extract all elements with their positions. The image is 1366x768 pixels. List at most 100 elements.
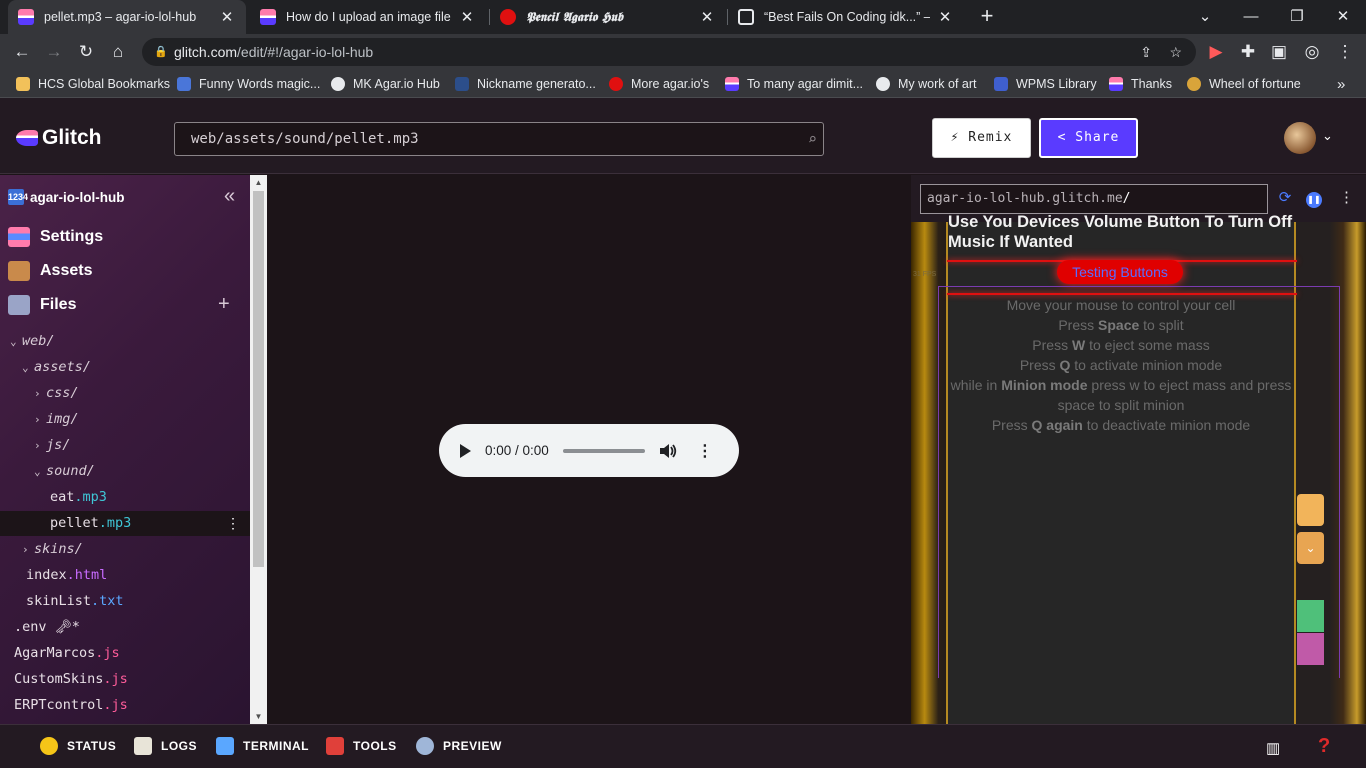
tree-folder-css[interactable]: › css/ bbox=[34, 385, 79, 401]
tab-pellet-mp3[interactable]: pellet.mp3 – agar-io-lol-hub ✕ bbox=[8, 0, 246, 34]
more-options-icon[interactable]: ⋮ bbox=[697, 441, 713, 461]
bookmark-nickname-generator[interactable]: Nickname generato... bbox=[455, 75, 596, 93]
chevron-down-icon[interactable]: ⌄ bbox=[1297, 532, 1324, 564]
tab-title: 𝕻𝖊𝖓𝖈𝖎𝖑 𝕬𝖌𝖆𝖗𝖎𝖔 𝕳𝖚𝖇 bbox=[526, 9, 624, 24]
globe-icon bbox=[876, 77, 890, 91]
share-page-icon[interactable]: ⇪ bbox=[1140, 38, 1152, 66]
computer-icon bbox=[216, 737, 234, 755]
share-button[interactable]: < Share bbox=[1039, 118, 1138, 158]
bookmark-my-work-of-art[interactable]: My work of art bbox=[876, 75, 977, 93]
tree-file-erptcontrol-js[interactable]: ERPTcontrol.js bbox=[14, 697, 128, 713]
tree-folder-assets[interactable]: ⌄ assets/ bbox=[22, 359, 91, 375]
tree-folder-js[interactable]: › js/ bbox=[34, 437, 70, 453]
tab-upload-question[interactable]: How do I upload an image file in ✕ bbox=[250, 0, 486, 34]
tree-folder-sound[interactable]: ⌄ sound/ bbox=[34, 463, 95, 479]
play-icon[interactable] bbox=[459, 443, 471, 458]
volume-icon[interactable] bbox=[659, 443, 677, 459]
logs-button[interactable]: LOGS bbox=[134, 737, 197, 755]
testing-buttons-button[interactable]: Testing Buttons bbox=[1057, 260, 1183, 284]
side-pink-button[interactable] bbox=[1297, 633, 1324, 665]
tree-file-customskins-js[interactable]: CustomSkins.js bbox=[14, 671, 128, 687]
sidebar-item-files[interactable]: Files bbox=[8, 295, 76, 315]
address-bar[interactable]: 🔒 glitch.com/edit/#!/agar-io-lol-hub ⇪ ☆ bbox=[142, 38, 1196, 66]
status-button[interactable]: STATUS bbox=[40, 737, 116, 755]
more-options-icon[interactable]: ⋮ bbox=[1339, 188, 1354, 206]
tab-search-icon[interactable]: ⌄ bbox=[1192, 4, 1218, 30]
project-name[interactable]: 1234 agar-io-lol-hub bbox=[8, 189, 125, 205]
glitch-logo[interactable]: Glitch bbox=[16, 126, 102, 150]
tree-folder-skins[interactable]: › skins/ bbox=[22, 541, 83, 557]
menu-icon[interactable]: ⋮ bbox=[1332, 39, 1358, 65]
document-icon bbox=[738, 9, 754, 25]
chevron-right-icon: › bbox=[34, 439, 41, 452]
sidebar-item-settings[interactable]: Settings bbox=[8, 227, 103, 247]
chevron-right-icon: › bbox=[22, 543, 29, 556]
piano-icon[interactable]: ▥ bbox=[1266, 739, 1280, 757]
tree-file-skinlist-txt[interactable]: skinList.txt bbox=[26, 593, 124, 609]
preview-button[interactable]: PREVIEW bbox=[416, 737, 502, 755]
collapse-sidebar-icon[interactable]: « bbox=[224, 185, 235, 208]
sidebar-scrollbar[interactable]: ▲ ▼ bbox=[250, 175, 267, 724]
tree-file-agarmarcos-js[interactable]: AgarMarcos.js bbox=[14, 645, 120, 661]
avatar[interactable] bbox=[1284, 122, 1316, 154]
tree-file-pellet-mp3[interactable]: pellet.mp3 bbox=[50, 515, 131, 531]
back-icon[interactable]: ← bbox=[9, 39, 35, 65]
forward-icon[interactable]: → bbox=[41, 39, 67, 65]
pause-icon[interactable]: ❚❚ bbox=[1304, 188, 1324, 208]
audio-player[interactable]: 0:00 / 0:00 ⋮ bbox=[439, 424, 739, 477]
scrollbar-thumb[interactable] bbox=[253, 191, 264, 567]
profile-icon[interactable]: ◎ bbox=[1299, 39, 1325, 65]
bookmark-to-many-agar[interactable]: To many agar dimit... bbox=[725, 75, 863, 93]
restore-button[interactable]: ❐ bbox=[1284, 4, 1310, 30]
add-file-button[interactable]: + bbox=[218, 293, 230, 316]
bookmark-mk-agario-hub[interactable]: MK Agar.io Hub bbox=[331, 75, 440, 93]
bookmark-more-agarios[interactable]: More agar.io's bbox=[609, 75, 709, 93]
minimize-button[interactable]: — bbox=[1238, 4, 1264, 30]
tab-title: “Best Fails On Coding idk...” – Dra bbox=[764, 10, 930, 24]
bookmarks-overflow[interactable]: » bbox=[1337, 75, 1345, 93]
preview-url-field[interactable]: agar-io-lol-hub.glitch.me/ bbox=[920, 184, 1268, 214]
tree-folder-web[interactable]: ⌄ web/ bbox=[10, 333, 55, 349]
sidebar-item-assets[interactable]: Assets bbox=[8, 261, 92, 281]
bookmark-funny-words[interactable]: Funny Words magic... bbox=[177, 75, 320, 93]
extension-icon[interactable]: ▶ bbox=[1203, 39, 1229, 65]
refresh-icon[interactable]: ⟳ bbox=[1275, 188, 1295, 208]
reload-icon[interactable]: ↻ bbox=[73, 39, 99, 65]
bookmark-hcs-global[interactable]: HCS Global Bookmarks bbox=[16, 75, 170, 93]
audio-progress-bar[interactable] bbox=[562, 448, 645, 453]
game-preview[interactable]: 31 FPS Use You Devices Volume Button To … bbox=[911, 213, 1366, 724]
new-tab-button[interactable]: + bbox=[976, 5, 998, 27]
tree-folder-img[interactable]: › img/ bbox=[34, 411, 79, 427]
home-icon[interactable]: ⌂ bbox=[105, 39, 131, 65]
tools-button[interactable]: TOOLS bbox=[326, 737, 397, 755]
bookmark-thanks[interactable]: Thanks bbox=[1109, 75, 1172, 93]
close-icon[interactable]: ✕ bbox=[936, 8, 954, 26]
window-close-button[interactable]: ✕ bbox=[1330, 4, 1356, 30]
close-icon[interactable]: ✕ bbox=[218, 8, 236, 26]
bookmark-wpms-library[interactable]: WPMS Library bbox=[994, 75, 1097, 93]
side-green-button[interactable] bbox=[1297, 600, 1324, 632]
terminal-button[interactable]: TERMINAL bbox=[216, 737, 309, 755]
more-options-icon[interactable]: ⋮ bbox=[226, 515, 240, 532]
close-icon[interactable]: ✕ bbox=[458, 8, 476, 26]
tab-title: How do I upload an image file in bbox=[286, 10, 452, 24]
close-icon[interactable]: ✕ bbox=[698, 8, 716, 26]
tree-file-index-html[interactable]: index.html bbox=[26, 567, 107, 583]
red-circle-icon bbox=[609, 77, 623, 91]
side-orange-button[interactable] bbox=[1297, 494, 1324, 526]
tab-best-fails[interactable]: “Best Fails On Coding idk...” – Dra ✕ bbox=[728, 0, 964, 34]
file-path-search[interactable]: web/assets/sound/pellet.mp3 ⌕ bbox=[174, 122, 824, 156]
bookmark-star-icon[interactable]: ☆ bbox=[1169, 38, 1182, 66]
scroll-up-arrow-icon[interactable]: ▲ bbox=[250, 178, 267, 187]
scroll-down-arrow-icon[interactable]: ▼ bbox=[250, 712, 267, 721]
side-panel-icon[interactable]: ▣ bbox=[1266, 39, 1292, 65]
help-button[interactable]: ? bbox=[1318, 735, 1330, 758]
puzzle-extensions-icon[interactable]: ✚ bbox=[1235, 39, 1261, 65]
tree-file-eat-mp3[interactable]: eat.mp3 bbox=[50, 489, 107, 505]
chevron-right-icon: › bbox=[34, 413, 41, 426]
remix-button[interactable]: ⚡ Remix bbox=[932, 118, 1031, 158]
tab-pencil-agario-hub[interactable]: 𝕻𝖊𝖓𝖈𝖎𝖑 𝕬𝖌𝖆𝖗𝖎𝖔 𝕳𝖚𝖇 ✕ bbox=[490, 0, 726, 34]
chevron-down-icon[interactable]: ⌄ bbox=[1322, 128, 1333, 144]
bookmark-wheel-of-fortune[interactable]: Wheel of fortune bbox=[1187, 75, 1301, 93]
tree-file-env[interactable]: .env 🗝* bbox=[14, 619, 80, 635]
